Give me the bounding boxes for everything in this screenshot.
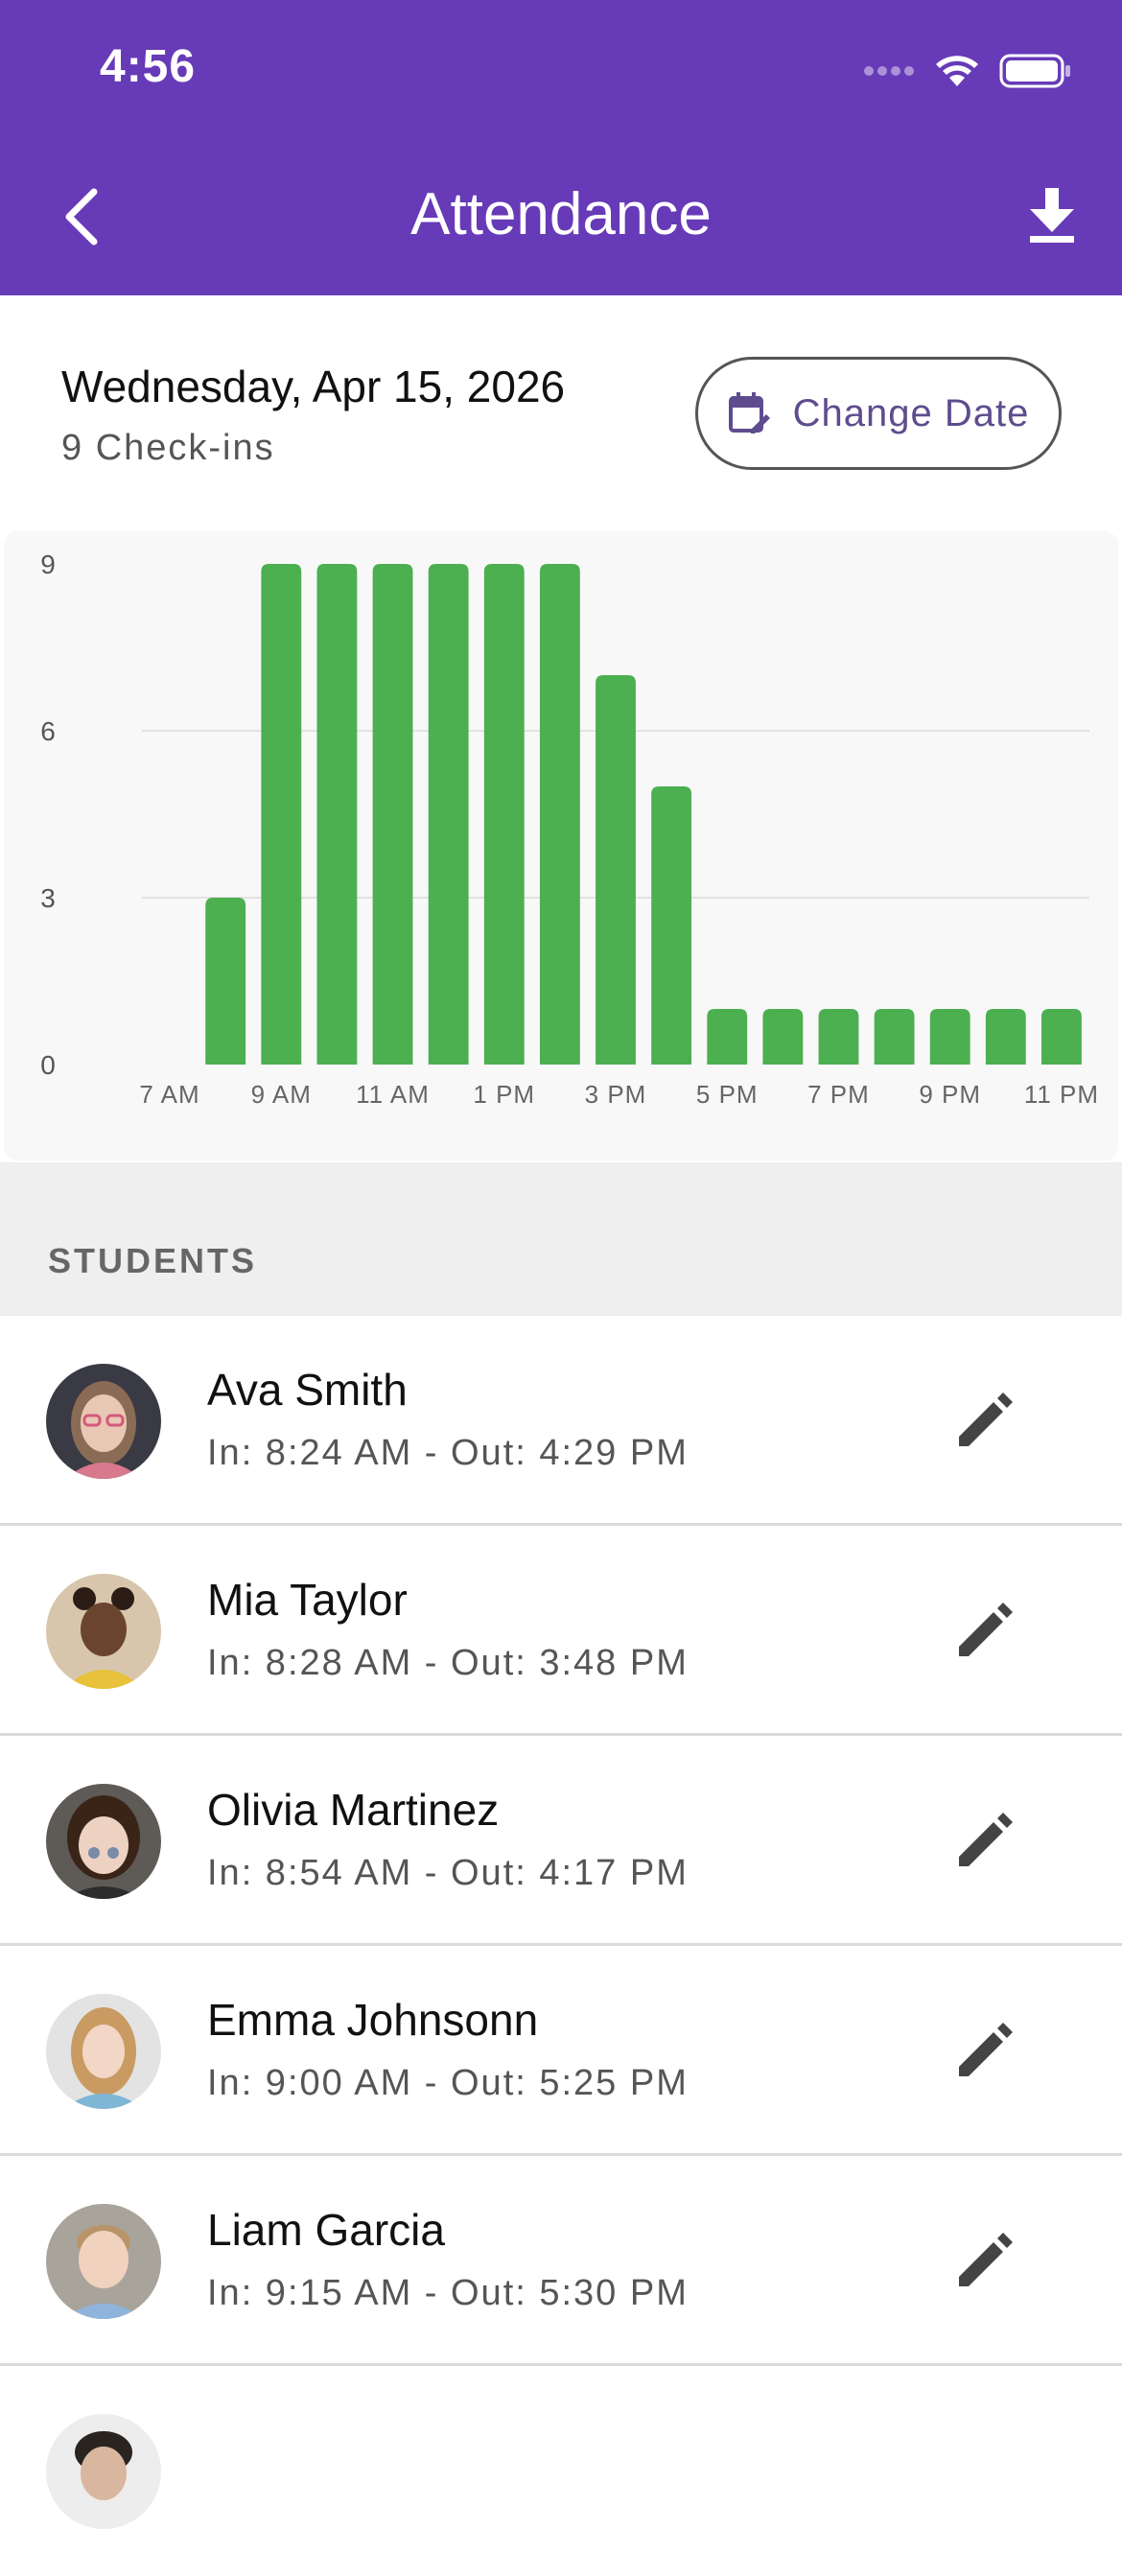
x-tick-label: 7 PM: [807, 1080, 870, 1109]
student-row[interactable]: Liam Garcia In: 9:15 AM - Out: 5:30 PM: [0, 2156, 1122, 2366]
bar-6-pm: [762, 1009, 804, 1065]
nav-bar: Attendance: [0, 144, 1122, 295]
bar-3-pm: [596, 675, 636, 1065]
edit-button[interactable]: [946, 2223, 1022, 2300]
bar-11-pm: [1041, 1009, 1082, 1065]
pencil-icon: [959, 1813, 1013, 1866]
student-times: In: 8:28 AM - Out: 3:48 PM: [207, 1643, 689, 1683]
student-name: Olivia Martinez: [207, 1785, 500, 1835]
student-name: Ava Smith: [207, 1365, 408, 1415]
edit-button[interactable]: [946, 1803, 1022, 1880]
avatar: [46, 1364, 161, 1479]
bar-10-pm: [985, 1009, 1026, 1065]
student-times: In: 9:15 AM - Out: 5:30 PM: [207, 2273, 689, 2313]
student-row[interactable]: Olivia Martinez In: 8:54 AM - Out: 4:17 …: [0, 1736, 1122, 1946]
change-date-button[interactable]: Change Date: [695, 357, 1062, 470]
avatar: [46, 1784, 161, 1899]
edit-button[interactable]: [946, 2013, 1022, 2090]
y-tick-label: 3: [40, 883, 56, 913]
bar-2-pm: [539, 564, 580, 1065]
x-tick-label: 9 AM: [251, 1080, 312, 1109]
change-date-label: Change Date: [792, 391, 1030, 434]
bar-10-am: [316, 564, 358, 1065]
students-section-title: STUDENTS: [48, 1241, 258, 1280]
student-times: In: 8:54 AM - Out: 4:17 PM: [207, 1853, 689, 1893]
bar-5-pm: [707, 1009, 748, 1065]
download-icon: [1030, 188, 1074, 243]
cellular-signal-icon: [864, 66, 914, 76]
edit-button[interactable]: [946, 1593, 1022, 1670]
status-bar: 4:56: [0, 0, 1122, 144]
download-button[interactable]: [1026, 184, 1078, 246]
x-tick-label: 1 PM: [473, 1080, 535, 1109]
x-tick-label: 11 PM: [1024, 1080, 1099, 1109]
bar-9-pm: [929, 1009, 970, 1065]
students-section-header: STUDENTS: [0, 1162, 1122, 1316]
student-row[interactable]: Mia Taylor In: 8:28 AM - Out: 3:48 PM: [0, 1526, 1122, 1736]
student-name: Emma Johnsonn: [207, 1995, 539, 2045]
bar-8-am: [205, 898, 246, 1065]
student-list: Ava Smith In: 8:24 AM - Out: 4:29 PM Mia…: [0, 1316, 1122, 2576]
student-times: In: 9:00 AM - Out: 5:25 PM: [207, 2063, 689, 2103]
checkin-count: 9 Check-ins: [61, 428, 275, 468]
student-times: In: 8:24 AM - Out: 4:29 PM: [207, 1433, 689, 1473]
checkins-chart: 0 3 6 9 7 AM 9 AM 11 AM 1 PM 3 PM 5 PM 7 PM 9 PM 11 …: [4, 531, 1118, 1160]
calendar-edit-icon: [728, 392, 770, 433]
y-tick-label: 6: [40, 716, 56, 746]
x-tick-label: 5 PM: [696, 1080, 759, 1109]
avatar: [46, 1994, 161, 2109]
battery-icon: [999, 54, 1070, 88]
bar-4-pm: [651, 786, 692, 1065]
x-tick-label: 11 AM: [356, 1080, 430, 1109]
y-tick-label: 0: [40, 1050, 56, 1080]
bar-7-pm: [818, 1009, 859, 1065]
avatar: [46, 1574, 161, 1689]
selected-date: Wednesday, Apr 15, 2026: [61, 362, 566, 411]
pencil-icon: [959, 1393, 1013, 1446]
student-row-partial[interactable]: [0, 2366, 1122, 2576]
wifi-icon: [936, 56, 978, 86]
pencil-icon: [959, 2023, 1013, 2076]
bar-11-am: [372, 564, 413, 1065]
student-name: Liam Garcia: [207, 2205, 445, 2255]
pencil-icon: [959, 1603, 1013, 1656]
bar-1-pm: [483, 564, 525, 1065]
x-tick-label: 7 AM: [139, 1080, 199, 1109]
date-section: Wednesday, Apr 15, 2026 9 Check-ins Chan…: [0, 295, 1122, 526]
page-title: Attendance: [410, 181, 712, 247]
bar-12-pm: [428, 564, 469, 1065]
x-tick-label: 3 PM: [585, 1080, 647, 1109]
student-name: Mia Taylor: [207, 1575, 408, 1625]
edit-button[interactable]: [946, 1383, 1022, 1460]
avatar: [46, 2414, 161, 2529]
status-time: 4:56: [100, 41, 197, 92]
y-tick-label: 9: [40, 550, 56, 579]
status-icons: [863, 50, 1072, 92]
bar-8-pm: [874, 1009, 915, 1065]
x-tick-label: 9 PM: [919, 1080, 981, 1109]
student-row[interactable]: Emma Johnsonn In: 9:00 AM - Out: 5:25 PM: [0, 1946, 1122, 2156]
student-row[interactable]: Ava Smith In: 8:24 AM - Out: 4:29 PM: [0, 1316, 1122, 1526]
checkins-bar-chart: 0 3 6 9 7 AM 9 AM 11 AM 1 PM 3 PM 5 PM 7 PM 9 PM 11 …: [40, 550, 1099, 1109]
avatar: [46, 2204, 161, 2319]
bar-9-am: [261, 564, 302, 1065]
pencil-icon: [959, 2233, 1013, 2286]
